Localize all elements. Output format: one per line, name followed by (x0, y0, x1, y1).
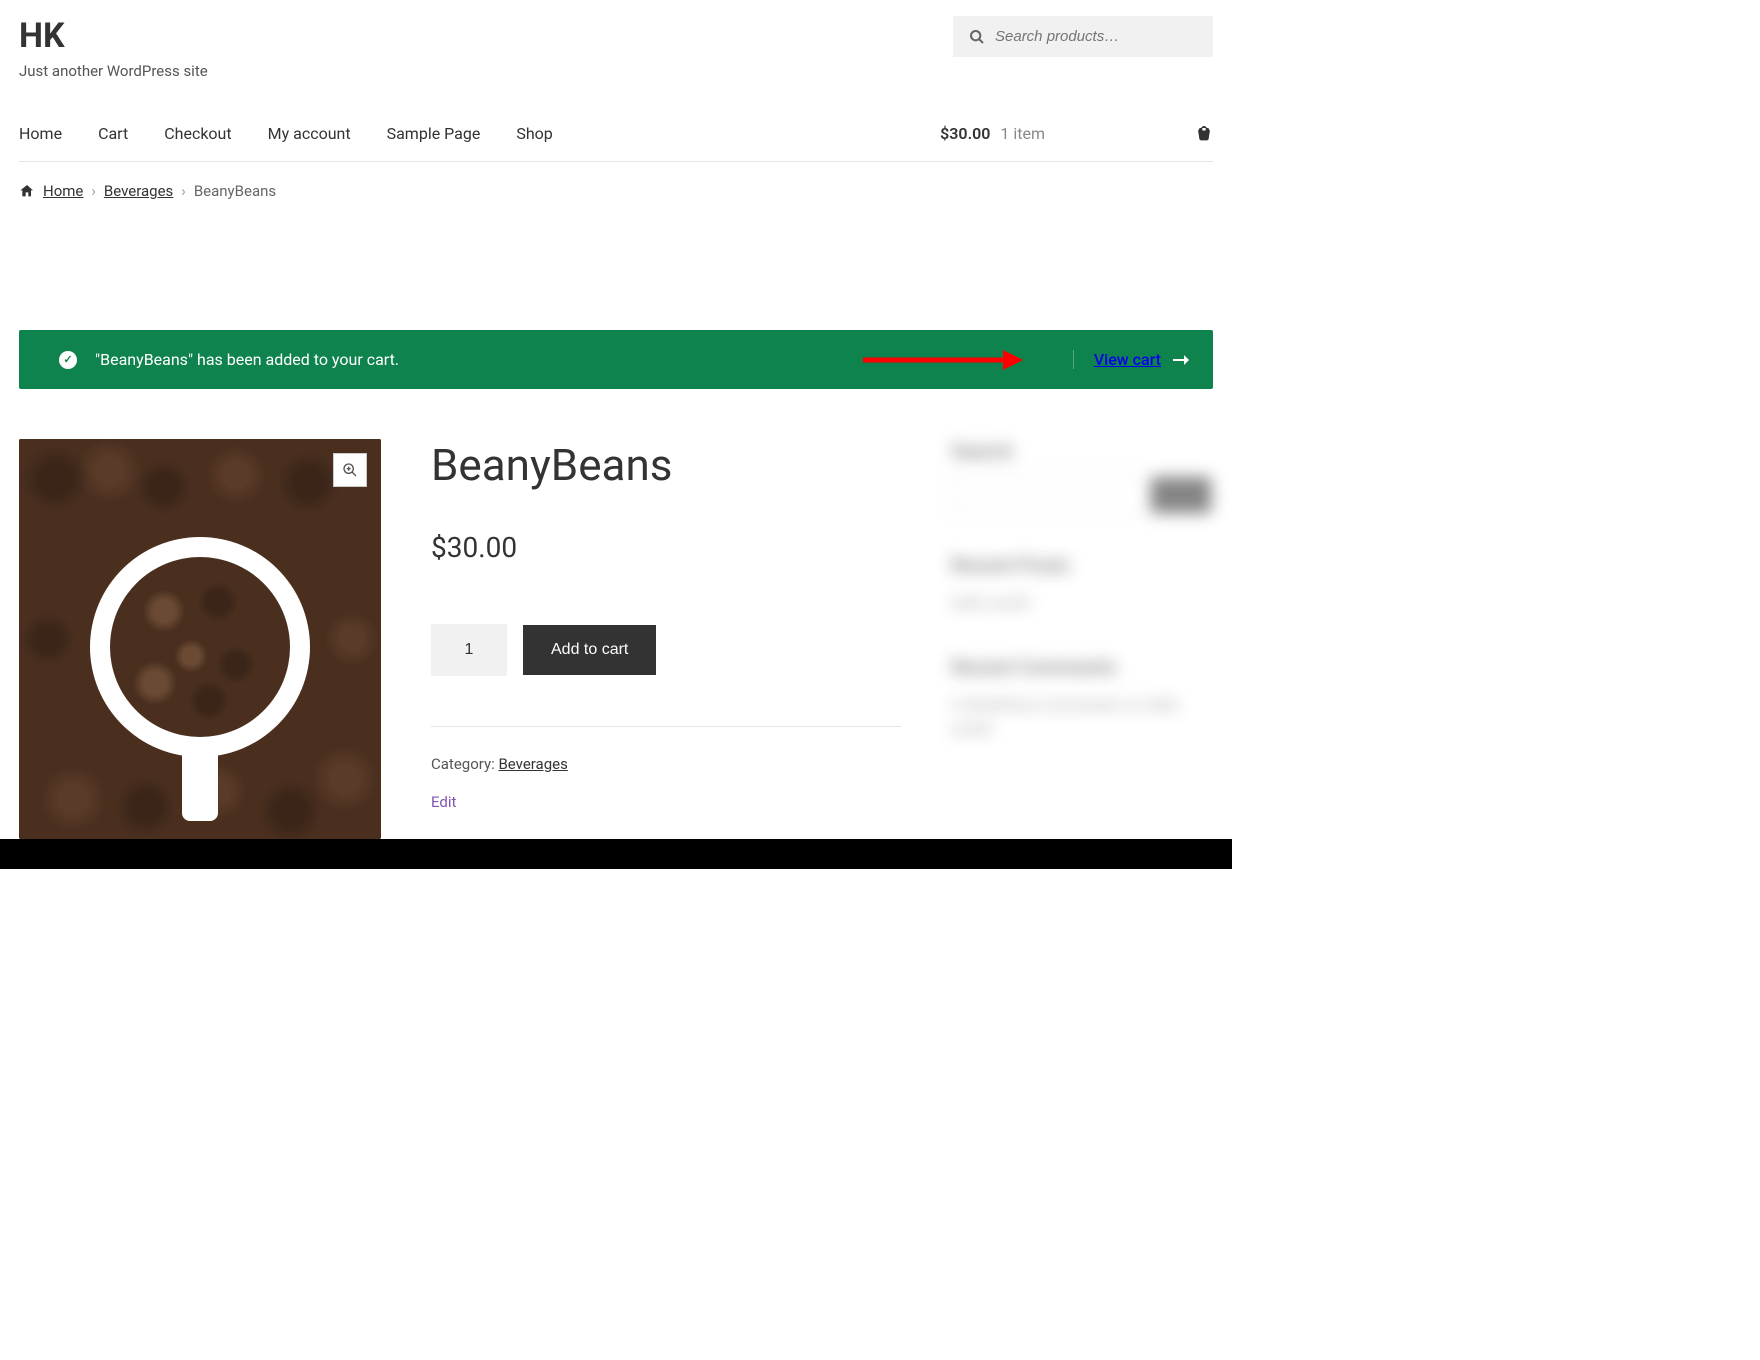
recent-posts-heading: Recent Posts (951, 553, 1211, 577)
search-input[interactable] (995, 28, 1197, 45)
breadcrumb-separator: › (181, 182, 186, 200)
header-cart-link[interactable]: $30.00 1 item (940, 124, 1213, 143)
footer-bar (0, 839, 1232, 869)
nav-checkout[interactable]: Checkout (164, 124, 231, 143)
cart-total: $30.00 (940, 124, 990, 143)
basket-icon (1195, 125, 1213, 143)
annotation-arrow (863, 345, 1023, 375)
product-image[interactable] (19, 439, 381, 839)
product-category-link[interactable]: Beverages (498, 755, 567, 773)
site-title[interactable]: HK (19, 16, 208, 56)
nav-cart[interactable]: Cart (98, 124, 128, 143)
breadcrumb: Home › Beverages › BeanyBeans (19, 162, 1213, 220)
sidebar: Search Recent Posts Hello world! Recent … (951, 439, 1211, 781)
nav-sample-page[interactable]: Sample Page (387, 124, 481, 143)
site-tagline: Just another WordPress site (19, 62, 208, 80)
sidebar-search-button[interactable] (1151, 477, 1211, 513)
cart-success-message: ✓ "BeanyBeans" has been added to your ca… (19, 330, 1213, 389)
home-icon (19, 183, 35, 199)
message-text: "BeanyBeans" has been added to your cart… (95, 350, 399, 369)
breadcrumb-category[interactable]: Beverages (104, 182, 173, 200)
product-title: BeanyBeans (431, 439, 901, 491)
category-label: Category: (431, 755, 498, 773)
breadcrumb-separator: › (91, 182, 96, 200)
primary-nav: Home Cart Checkout My account Sample Pag… (19, 124, 553, 143)
arrow-right-icon (1173, 355, 1189, 365)
sidebar-search-label: Search (951, 439, 1211, 463)
check-icon: ✓ (59, 351, 77, 369)
product-price: $30.00 (431, 531, 901, 564)
quantity-input[interactable] (431, 624, 507, 676)
nav-shop[interactable]: Shop (516, 124, 552, 143)
breadcrumb-home[interactable]: Home (43, 182, 83, 200)
search-icon (969, 29, 985, 45)
edit-link[interactable]: Edit (431, 793, 901, 811)
cart-item-count: 1 item (1000, 124, 1045, 143)
sidebar-search-input[interactable] (951, 477, 1151, 513)
nav-home[interactable]: Home (19, 124, 62, 143)
recent-comments-item[interactable]: A WordPress Commenter on Hello world! (951, 693, 1211, 741)
zoom-button[interactable] (333, 453, 367, 487)
nav-my-account[interactable]: My account (268, 124, 351, 143)
view-cart-button[interactable]: View cart (1073, 350, 1189, 369)
view-cart-label: View cart (1094, 350, 1161, 369)
add-to-cart-button[interactable]: Add to cart (523, 625, 656, 675)
product-meta: Category: Beverages (431, 726, 901, 773)
magnify-plus-icon (342, 462, 358, 478)
search-box[interactable] (953, 16, 1213, 57)
breadcrumb-current: BeanyBeans (194, 182, 276, 200)
recent-posts-item[interactable]: Hello world! (951, 591, 1211, 615)
recent-comments-heading: Recent Comments (951, 655, 1211, 679)
product-image-wrap (19, 439, 381, 839)
